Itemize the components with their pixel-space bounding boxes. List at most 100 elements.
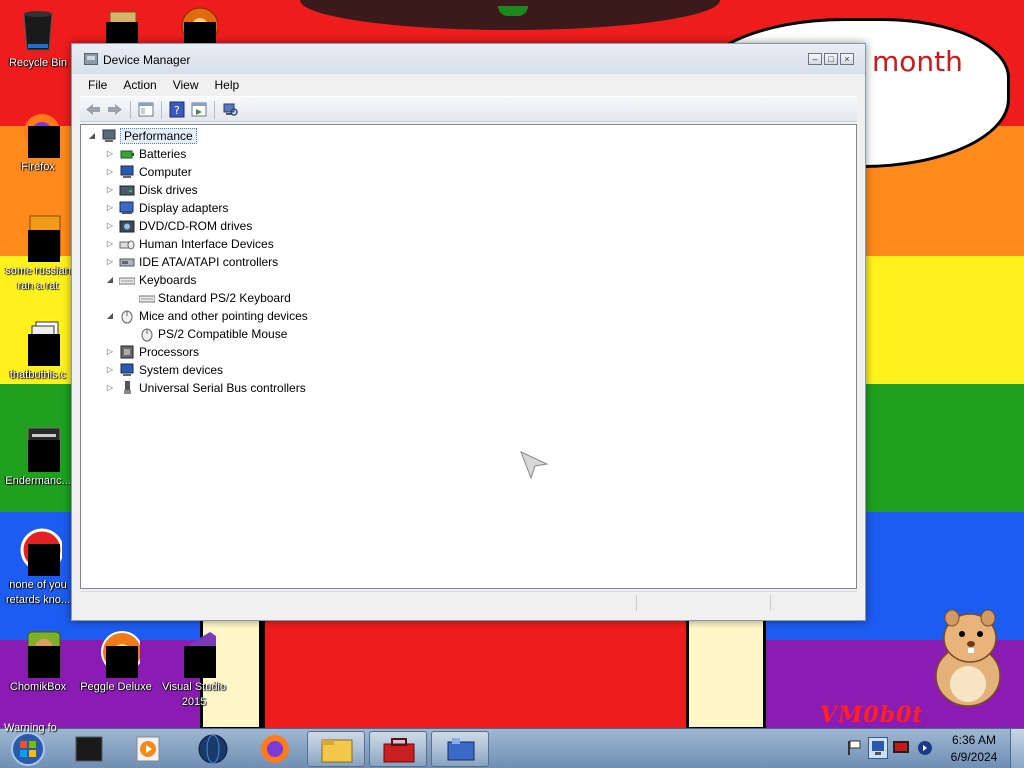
device-tree-pane[interactable]: ◢ Performance ▷ Batteries ▷ Computer ▷ D…: [80, 124, 857, 589]
tray-monitor-icon[interactable]: [892, 739, 910, 757]
redacted-block: [28, 544, 60, 576]
recycle-bin-icon: [14, 6, 62, 54]
chomikbox-icon: [14, 630, 62, 678]
tree-category-label: Disk drives: [139, 183, 198, 197]
desktop-icon-firefox[interactable]: Firefox: [0, 110, 76, 175]
desktop-icon-endermanch[interactable]: Endermanc...: [0, 424, 76, 489]
collapse-arrow-icon[interactable]: ◢: [87, 127, 97, 145]
tree-device-label: PS/2 Compatible Mouse: [158, 327, 288, 341]
toolbar: ?: [80, 96, 857, 122]
desktop-icon-label: Visual Studio: [161, 681, 226, 693]
menu-file[interactable]: File: [80, 74, 115, 96]
redacted-block: [28, 646, 60, 678]
tray-flag-icon[interactable]: [846, 739, 862, 757]
document-stack-icon: [14, 318, 62, 366]
desktop-icon-label: thatbuthis.c: [9, 369, 67, 381]
desktop-icon-recycle-bin[interactable]: Recycle Bin: [0, 6, 76, 71]
help-icon[interactable]: ?: [168, 101, 186, 118]
expand-arrow-icon[interactable]: ▷: [105, 343, 115, 361]
desktop-icon-label-line2: retards kno...: [5, 594, 71, 606]
ide-controller-icon: [119, 254, 135, 270]
start-button[interactable]: [4, 731, 52, 767]
tree-category-label: Universal Serial Bus controllers: [139, 381, 306, 395]
processor-icon: [119, 344, 135, 360]
menu-view[interactable]: View: [165, 74, 207, 96]
clock-date[interactable]: 6/9/2024: [942, 750, 1006, 764]
taskbar-app-globe[interactable]: [184, 731, 242, 767]
show-desktop-button[interactable]: [1010, 729, 1024, 768]
desktop-icon-label: none of you: [9, 579, 67, 591]
forward-arrow-icon[interactable]: [106, 101, 124, 118]
window-titlebar[interactable]: Device Manager – □ ×: [72, 44, 865, 74]
desktop-icon-label: Firefox: [21, 161, 55, 173]
collapse-arrow-icon[interactable]: ◢: [105, 307, 115, 325]
tree-category-label: IDE ATA/ATAPI controllers: [139, 255, 279, 269]
device-manager-window[interactable]: Device Manager – □ × File Action View Help …: [71, 43, 866, 621]
desktop-icon-peggle-deluxe[interactable]: Peggle Deluxe: [78, 630, 154, 695]
tree-category-label: Keyboards: [139, 273, 197, 287]
properties-icon[interactable]: [190, 101, 208, 118]
clock-time[interactable]: 6:36 AM: [942, 733, 1006, 747]
tree-root-label: Performance: [120, 128, 197, 144]
minimize-button[interactable]: –: [808, 53, 822, 65]
desktop-icon-label: Peggle Deluxe: [80, 681, 152, 693]
tree-category-label: Batteries: [139, 147, 187, 161]
expand-arrow-icon[interactable]: ▷: [105, 217, 115, 235]
system-tray: 6:36 AM 6/9/2024: [842, 729, 1024, 768]
taskbar-app-toolbox[interactable]: [369, 731, 427, 767]
expand-arrow-icon[interactable]: ▷: [105, 361, 115, 379]
svg-text:?: ?: [174, 104, 180, 117]
tray-network-icon[interactable]: [868, 737, 888, 759]
taskbar-app-file-explorer[interactable]: [307, 731, 365, 767]
speech-bubble-text: month: [872, 45, 963, 78]
firefox-icon: [14, 110, 62, 158]
menu-action[interactable]: Action: [115, 74, 164, 96]
desktop-icon-label-line2: ran a rat: [17, 280, 59, 292]
back-arrow-icon[interactable]: [84, 101, 102, 118]
tray-volume-icon[interactable]: [916, 739, 934, 757]
expand-arrow-icon[interactable]: ▷: [105, 145, 115, 163]
visual-studio-icon: [170, 630, 218, 678]
redacted-block: [106, 646, 138, 678]
app-window-icon: [14, 424, 62, 472]
taskbar-app-black-cube[interactable]: [60, 731, 118, 767]
desktop-icon-label: Recycle Bin: [8, 57, 68, 69]
taskbar-app-device-manager[interactable]: [431, 731, 489, 767]
start-overlay-text: Warning fo: [4, 722, 57, 734]
tree-category-label: DVD/CD-ROM drives: [139, 219, 253, 233]
disk-drive-icon: [119, 182, 135, 198]
expand-arrow-icon[interactable]: ▷: [105, 181, 115, 199]
menu-bar: File Action View Help: [80, 74, 857, 96]
menu-help[interactable]: Help: [207, 74, 248, 96]
taskbar-app-firefox[interactable]: [246, 731, 304, 767]
taskbar: 6:36 AM 6/9/2024: [0, 728, 1024, 768]
expand-arrow-icon[interactable]: ▷: [105, 163, 115, 181]
tree-category-label: Display adapters: [139, 201, 229, 215]
scan-hardware-icon[interactable]: [221, 101, 239, 118]
status-separator: [636, 595, 637, 611]
desktop-icon-some-russian[interactable]: e some russian ran a rat: [0, 214, 76, 294]
desktop-icon-visual-studio[interactable]: Visual Studio 2015: [156, 630, 232, 710]
maximize-button[interactable]: □: [824, 53, 838, 65]
cartoon-body: [262, 620, 702, 730]
tree-category-label: System devices: [139, 363, 224, 377]
computer-icon: [101, 128, 117, 144]
desktop-icon-chomikbox[interactable]: ChomikBox: [0, 630, 76, 695]
expand-arrow-icon[interactable]: ▷: [105, 235, 115, 253]
desktop-icon-none-of-you[interactable]: none of you retards kno...: [0, 528, 76, 608]
expand-arrow-icon[interactable]: ▷: [105, 379, 115, 397]
show-hide-console-tree-icon[interactable]: [137, 101, 155, 118]
desktop-icon-label: some russian: [5, 265, 71, 277]
expand-arrow-icon[interactable]: ▷: [105, 253, 115, 271]
desktop-icon-thatbuthis[interactable]: thatbuthis.c: [0, 318, 76, 383]
keyboard-icon: [118, 272, 136, 288]
expand-arrow-icon[interactable]: ▷: [105, 199, 115, 217]
redacted-block: [28, 230, 60, 262]
usb-icon: [119, 380, 135, 396]
device-manager-icon: [84, 53, 98, 65]
close-button[interactable]: ×: [840, 53, 854, 65]
collapse-arrow-icon[interactable]: ◢: [105, 271, 115, 289]
taskbar-app-media-player[interactable]: [120, 731, 178, 767]
display-adapter-icon: [119, 200, 135, 216]
tree-category-label: Processors: [139, 345, 200, 359]
